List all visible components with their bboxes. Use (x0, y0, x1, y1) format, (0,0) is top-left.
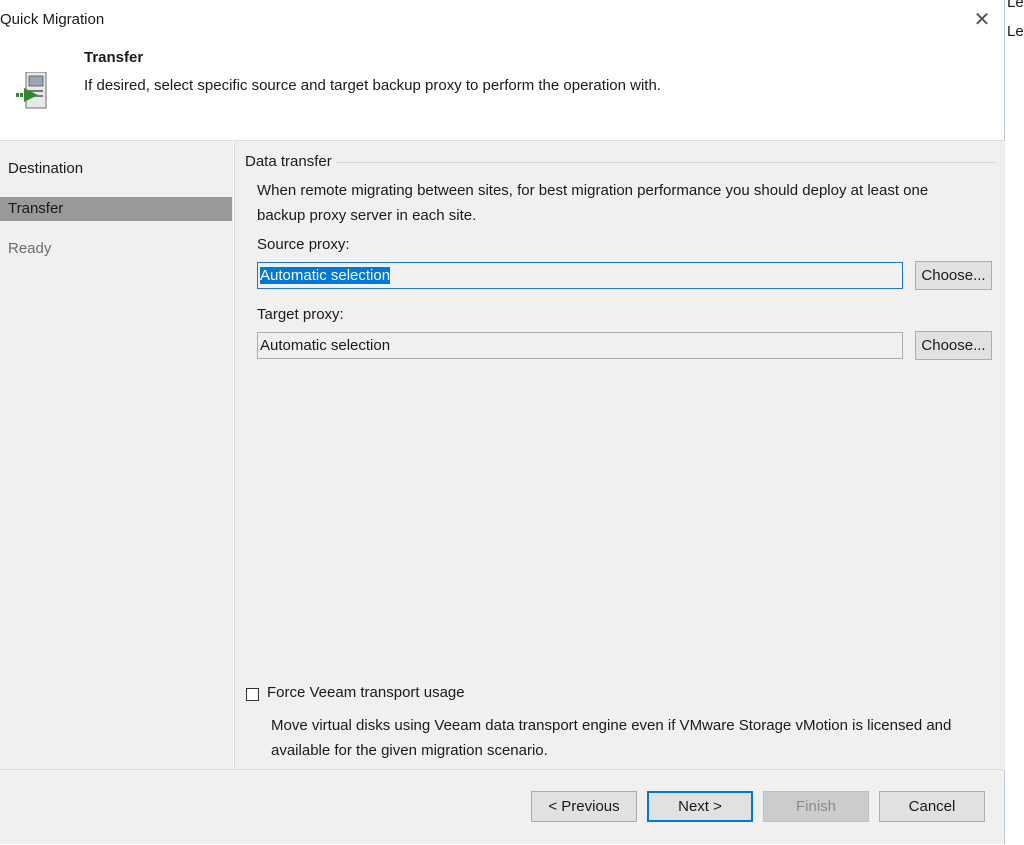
sidebar-item-ready: Ready (8, 240, 52, 257)
info-text-line2: backup proxy server in each site. (257, 207, 477, 224)
source-proxy-field[interactable]: Automatic selection (257, 262, 903, 289)
force-transport-description-line2: available for the given migration scenar… (271, 742, 548, 759)
source-proxy-label: Source proxy: (257, 236, 350, 253)
target-proxy-choose-button[interactable]: Choose... (915, 331, 992, 360)
info-text-line1: When remote migrating between sites, for… (257, 182, 929, 199)
finish-button: Finish (763, 791, 869, 822)
previous-button[interactable]: < Previous (531, 791, 637, 822)
target-proxy-value: Automatic selection (260, 337, 391, 354)
wizard-header: Transfer If desired, select specific sou… (0, 40, 1004, 140)
window-title: Quick Migration (0, 11, 105, 28)
target-proxy-field[interactable]: Automatic selection (257, 332, 903, 359)
cancel-button[interactable]: Cancel (879, 791, 985, 822)
data-transfer-group-label: Data transfer (245, 153, 336, 170)
next-button[interactable]: Next > (647, 791, 753, 822)
step-description: If desired, select specific source and t… (84, 77, 661, 94)
close-icon: ✕ (973, 9, 991, 31)
target-proxy-label: Target proxy: (257, 306, 344, 323)
sidebar-item-transfer[interactable]: Transfer (0, 197, 232, 221)
background-window-text: Leg (1007, 23, 1024, 40)
migration-server-icon (16, 71, 48, 112)
group-divider (245, 162, 997, 163)
sidebar-item-destination[interactable]: Destination (0, 157, 232, 181)
transfer-settings-panel: Data transfer When remote migrating betw… (234, 140, 1005, 770)
wizard-footer: < Previous Next > Finish Cancel (0, 769, 1004, 844)
quick-migration-dialog: Quick Migration ✕ Transfer If desired, s… (0, 0, 1005, 844)
title-bar: Quick Migration ✕ (0, 0, 1004, 40)
force-transport-label[interactable]: Force Veeam transport usage (267, 684, 465, 701)
step-title: Transfer (84, 49, 144, 66)
force-transport-description-line1: Move virtual disks using Veeam data tran… (271, 717, 952, 734)
force-transport-checkbox[interactable] (246, 688, 259, 701)
source-proxy-value: Automatic selection (260, 267, 391, 284)
wizard-steps-sidebar: Destination Transfer Ready (0, 140, 233, 770)
background-window-text: Leg (1007, 0, 1024, 11)
close-button[interactable]: ✕ (968, 6, 996, 34)
source-proxy-choose-button[interactable]: Choose... (915, 261, 992, 290)
